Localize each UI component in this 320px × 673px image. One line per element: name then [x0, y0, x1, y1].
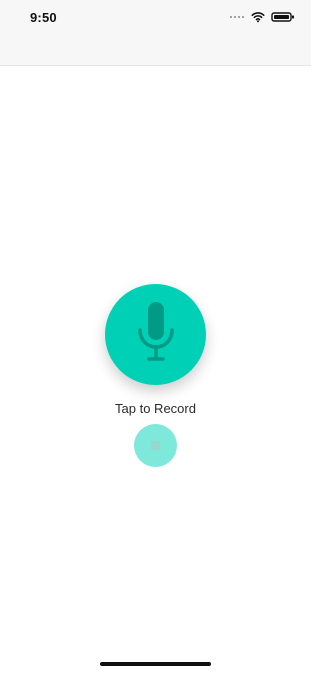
record-button[interactable] [105, 284, 206, 385]
top-bar: 9:50 [0, 0, 311, 66]
status-icons [229, 10, 295, 24]
home-indicator [100, 662, 211, 666]
signal-dots-icon [229, 14, 245, 20]
battery-icon [271, 11, 295, 23]
tap-to-record-label: Tap to Record [115, 401, 196, 416]
stop-icon [151, 441, 160, 450]
stop-button[interactable] [134, 424, 177, 467]
microphone-icon [134, 300, 178, 369]
status-time: 9:50 [30, 10, 57, 25]
app-screen: 9:50 Tap to Record [0, 0, 311, 673]
wifi-icon [251, 11, 265, 23]
